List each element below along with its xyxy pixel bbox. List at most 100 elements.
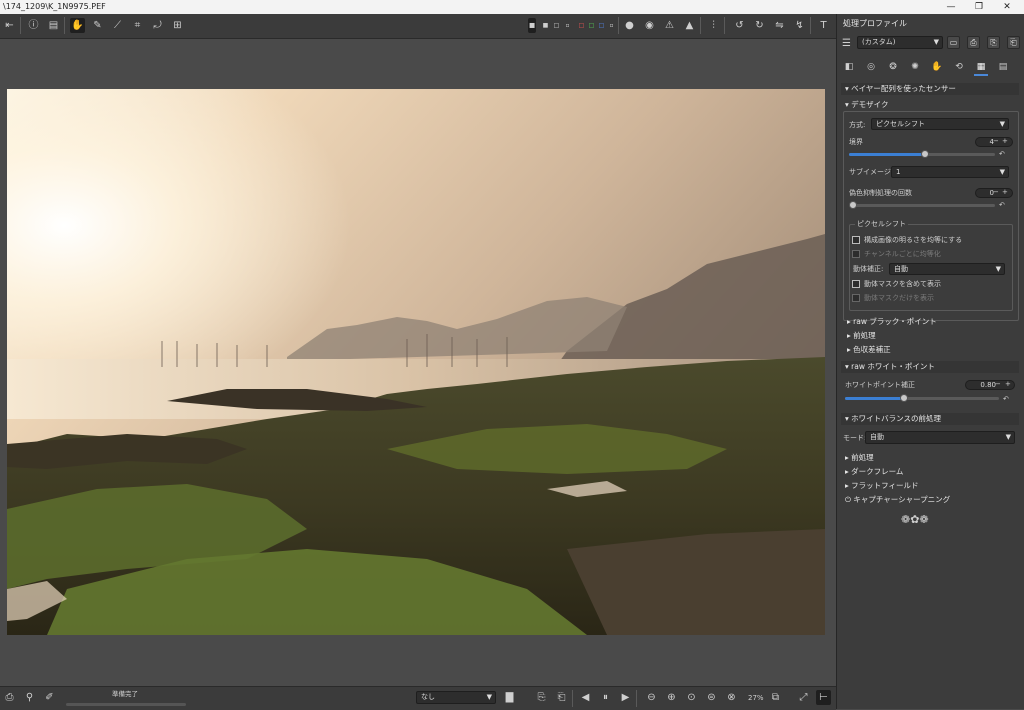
info-icon[interactable]: ⓘ: [26, 18, 41, 33]
minimize-button[interactable]: —: [942, 1, 960, 13]
close-button[interactable]: ✕: [998, 1, 1016, 13]
raw-tab-icon[interactable]: ▦: [974, 60, 988, 76]
equalize-checkbox[interactable]: [852, 236, 860, 244]
clip-preview-icon[interactable]: ◉: [642, 18, 657, 33]
transform-tab-icon[interactable]: ⟲: [952, 60, 966, 74]
new-window-icon[interactable]: ⧉: [768, 690, 783, 705]
minus-icon[interactable]: −: [993, 187, 999, 197]
exposure-tab-icon[interactable]: ◧: [842, 60, 856, 74]
panel-toggle-icon[interactable]: ⇤: [2, 18, 17, 33]
whitepoint-slider[interactable]: [845, 394, 999, 402]
histogram-icon[interactable]: ⫶: [706, 18, 721, 33]
section-darkframe[interactable]: ▸ ダークフレーム: [845, 467, 903, 477]
border-slider-knob[interactable]: [920, 150, 929, 158]
status-message: 準備完了: [112, 690, 138, 698]
shadow-warning-icon[interactable]: ⚠: [662, 18, 677, 33]
section-capture-sharpening[interactable]: ⏻ キャプチャーシャープニング: [845, 495, 950, 505]
section-flatfield[interactable]: ▸ フラットフィールド: [845, 481, 919, 491]
locallab-tab-icon[interactable]: ✋: [930, 60, 944, 74]
reset-icon[interactable]: ↶: [1003, 394, 1009, 404]
falsecolor-slider-knob[interactable]: [849, 201, 857, 209]
method-select[interactable]: ピクセルシフト ▼: [871, 118, 1009, 130]
color-tab-icon[interactable]: ❂: [886, 60, 900, 74]
restore-button[interactable]: ❐: [970, 1, 988, 13]
before-after-icon[interactable]: ▤: [46, 18, 61, 33]
motion-select-value: 自動: [894, 265, 908, 273]
preview-dot-icon[interactable]: ▫: [560, 18, 575, 33]
rotate-right-icon[interactable]: ↻: [752, 18, 767, 33]
detail-tab-icon[interactable]: ◎: [864, 60, 878, 74]
luma-channel-icon[interactable]: ▫: [604, 18, 619, 33]
hand-icon[interactable]: ✋: [70, 18, 85, 33]
mode-select[interactable]: 自動 ▼: [865, 431, 1015, 444]
metadata-tab-icon[interactable]: ▤: [996, 60, 1010, 74]
minus-icon[interactable]: −: [995, 379, 1001, 389]
copy-profile-icon[interactable]: ⎘: [987, 36, 1000, 49]
show-mask-checkbox[interactable]: [852, 280, 860, 288]
advanced-tab-icon[interactable]: ✺: [908, 60, 922, 74]
sync-icon[interactable]: ⏸: [598, 690, 613, 705]
filter-select[interactable]: なし ▼: [416, 691, 496, 704]
motion-select[interactable]: 自動 ▼: [889, 263, 1005, 275]
section-raw-white-label: raw ホワイト・ポイント: [851, 362, 935, 371]
zoom-fit-icon[interactable]: ⊙: [684, 690, 699, 705]
falsecolor-slider[interactable]: [849, 201, 995, 209]
section-preprocess-label: 前処理: [853, 331, 876, 340]
minus-icon[interactable]: −: [993, 136, 999, 146]
prev-image-icon[interactable]: ◀: [578, 690, 593, 705]
channel-select-icon[interactable]: ▪: [528, 18, 536, 33]
section-bayer[interactable]: ▾ ベイヤー配列を使ったセンサー: [841, 83, 1019, 95]
editor-icon[interactable]: ✐: [42, 690, 57, 705]
section-raw-black[interactable]: ▸ raw ブラック・ポイント: [847, 317, 937, 327]
whitepoint-slider-knob[interactable]: [899, 394, 908, 402]
rotate-icon[interactable]: ⤾: [150, 18, 165, 33]
focus-mask-icon[interactable]: ●: [622, 18, 637, 33]
profile-select[interactable]: (カスタム) ▼: [857, 36, 943, 49]
plus-icon[interactable]: +: [1002, 136, 1008, 146]
plus-icon[interactable]: +: [1005, 379, 1011, 389]
subimage-select[interactable]: 1 ▼: [891, 166, 1009, 178]
image-viewer[interactable]: [0, 39, 836, 685]
save-profile-icon[interactable]: ⎙: [967, 36, 980, 49]
border-slider[interactable]: [849, 150, 995, 158]
queue-icon[interactable]: ⚲: [22, 690, 37, 705]
highlight-warning-icon[interactable]: ▲: [682, 18, 697, 33]
mask-only-checkbox[interactable]: [852, 294, 860, 302]
subimage-select-value: 1: [896, 168, 901, 176]
plus-icon[interactable]: +: [1002, 187, 1008, 197]
section-preprocess-2[interactable]: ▸ 前処理: [845, 453, 874, 463]
open-folder-icon[interactable]: ▭: [947, 36, 960, 49]
reset-icon[interactable]: ↶: [999, 200, 1005, 210]
perspective-icon[interactable]: ⊞: [170, 18, 185, 33]
preview-image[interactable]: [7, 89, 825, 635]
straighten-icon[interactable]: ⟋: [110, 18, 125, 33]
reset-icon[interactable]: ↶: [999, 149, 1005, 159]
section-preprocess[interactable]: ▸ 前処理: [847, 331, 876, 341]
paste-icon[interactable]: ⎗: [554, 690, 569, 705]
section-demosaic[interactable]: ▾ デモザイク: [845, 100, 889, 110]
channel-equalize-checkbox[interactable]: [852, 250, 860, 258]
fullscreen-icon[interactable]: ⤢: [796, 690, 811, 705]
profile-list-icon[interactable]: ☰: [839, 36, 854, 51]
zoom-100-icon[interactable]: ⊜: [704, 690, 719, 705]
crop-icon[interactable]: ⌗: [130, 18, 145, 33]
zoom-in-icon[interactable]: ⊕: [664, 690, 679, 705]
section-wb-preprocess[interactable]: ▾ ホワイトバランスの前処理: [841, 413, 1019, 425]
save-icon[interactable]: ⎙: [2, 690, 17, 705]
section-raw-white[interactable]: ▾ raw ホワイト・ポイント: [841, 361, 1019, 373]
zoom-out-icon[interactable]: ⊖: [644, 690, 659, 705]
next-image-icon[interactable]: ▶: [618, 690, 633, 705]
text-icon[interactable]: T: [816, 18, 831, 33]
paste-profile-icon[interactable]: ⎗: [1007, 36, 1020, 49]
section-ca[interactable]: ▸ 色収差補正: [847, 345, 891, 355]
rotate-left-icon[interactable]: ↺: [732, 18, 747, 33]
motion-label: 動体補正:: [853, 265, 884, 273]
flip-h-icon[interactable]: ⇋: [772, 18, 787, 33]
copy-icon[interactable]: ⎘: [534, 690, 549, 705]
zoom-crop-icon[interactable]: ⊗: [724, 690, 739, 705]
panel-right-toggle-icon[interactable]: ⊢: [816, 690, 831, 705]
color-label-icon[interactable]: ▇: [502, 690, 517, 705]
color-picker-icon[interactable]: ✎: [90, 18, 105, 33]
flip-v-icon[interactable]: ↯: [792, 18, 807, 33]
chevron-down-icon: ▼: [999, 120, 1005, 128]
